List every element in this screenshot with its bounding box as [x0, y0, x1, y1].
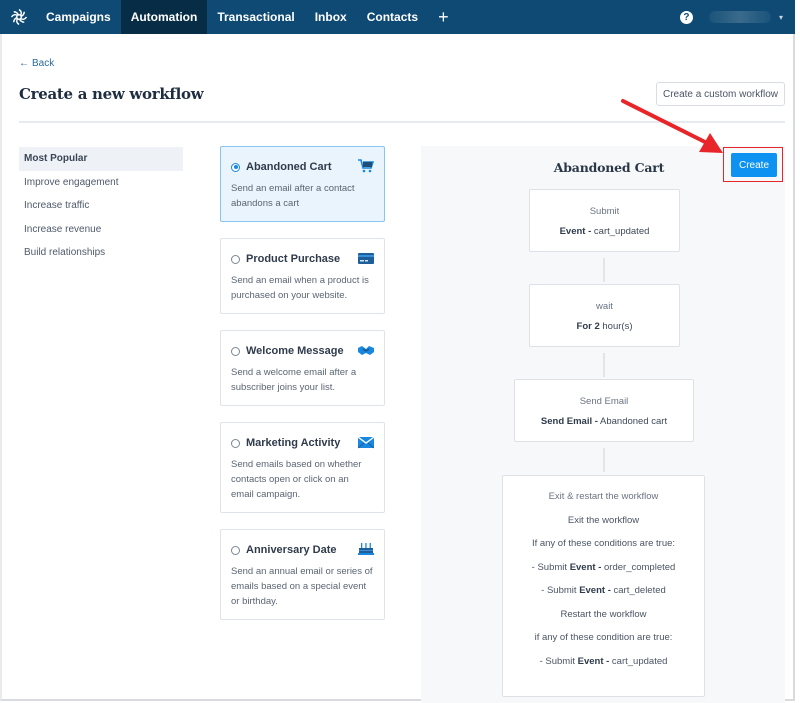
chevron-down-icon[interactable]: ▾ [779, 13, 783, 22]
radio-anniversary-date[interactable] [231, 545, 240, 555]
step-connector [603, 353, 605, 377]
restart-rule: - Submit Event - cart_updated [539, 655, 668, 667]
exit-step-label: Exit & restart the workflow [548, 491, 659, 502]
restart-condition: if any of these condition are true: [534, 632, 673, 643]
nav-inbox[interactable]: Inbox [305, 0, 357, 34]
credit-card-icon [358, 253, 374, 264]
handshake-icon [358, 346, 374, 355]
template-card-list: Abandoned Cart Send an email after a con… [220, 146, 385, 636]
card-title: Abandoned Cart [246, 161, 332, 173]
help-icon[interactable]: ? [679, 10, 693, 24]
card-description: Send emails based on whether contacts op… [231, 459, 362, 500]
card-description: Send a welcome email after a subscriber … [231, 367, 357, 393]
template-card-marketing-activity[interactable]: Marketing Activity Send emails based on … [220, 422, 385, 513]
account-menu-redacted[interactable] [708, 11, 771, 23]
radio-product-purchase[interactable] [231, 254, 240, 264]
back-link[interactable]: ← Back [19, 58, 54, 69]
top-navigation: Campaigns Automation Transactional Inbox… [0, 0, 795, 34]
nav-contacts[interactable]: Contacts [357, 0, 428, 34]
card-description: Send an annual email or series of emails… [231, 566, 373, 607]
sidebar-item-build-relationships[interactable]: Build relationships [19, 241, 183, 265]
workflow-step-wait: wait For 2 hour(s) [529, 284, 680, 347]
nav-right-group: ? ▾ [679, 0, 795, 34]
shopping-cart-icon [358, 159, 374, 173]
nav-campaigns[interactable]: Campaigns [36, 0, 121, 34]
create-custom-workflow-button[interactable]: Create a custom workflow [656, 82, 785, 106]
card-description: Send an email when a product is purchase… [231, 275, 369, 301]
template-card-welcome-message[interactable]: Welcome Message Send a welcome email aft… [220, 330, 385, 406]
exit-rule: - Submit Event - cart_deleted [541, 585, 666, 596]
workflow-step-submit: Submit Event - cart_updated [529, 189, 680, 252]
sidebar-item-increase-traffic[interactable]: Increase traffic [19, 194, 183, 218]
step-detail: Event - cart_updated [559, 226, 650, 237]
card-title: Anniversary Date [246, 544, 337, 556]
envelope-icon [358, 436, 374, 449]
radio-welcome-message[interactable] [231, 346, 240, 356]
birthday-cake-icon [358, 543, 374, 555]
radio-marketing-activity[interactable] [231, 438, 240, 448]
nav-automation[interactable]: Automation [120, 0, 208, 34]
template-card-product-purchase[interactable]: Product Purchase Send an email when a pr… [220, 238, 385, 314]
card-description: Send an email after a contact abandons a… [231, 183, 355, 209]
exit-condition: If any of these conditions are true: [531, 538, 676, 549]
page-title: Create a new workflow [19, 85, 204, 103]
workflow-preview-panel: Abandoned Cart Submit Event - cart_updat… [421, 146, 785, 703]
step-label: wait [596, 301, 613, 312]
workflow-step-exit-restart: Exit & restart the workflow Exit the wor… [502, 475, 705, 697]
nav-transactional[interactable]: Transactional [207, 0, 304, 34]
step-connector [603, 258, 605, 282]
step-label: Send Email [579, 396, 629, 407]
add-nav-plus-icon[interactable]: + [428, 0, 459, 34]
exit-heading: Exit the workflow [567, 514, 640, 526]
template-card-anniversary-date[interactable]: Anniversary Date Send an annual email or… [220, 529, 385, 620]
step-connector [603, 448, 605, 472]
step-detail: Send Email - Abandoned cart [540, 416, 668, 427]
step-detail: For 2 hour(s) [576, 321, 633, 332]
category-sidebar: Most Popular Improve engagement Increase… [19, 147, 183, 265]
template-card-abandoned-cart[interactable]: Abandoned Cart Send an email after a con… [220, 146, 385, 222]
restart-heading: Restart the workflow [560, 608, 647, 620]
sidebar-item-most-popular[interactable]: Most Popular [19, 147, 183, 171]
sidebar-item-improve-engagement[interactable]: Improve engagement [19, 171, 183, 195]
header-divider [19, 121, 785, 123]
create-button[interactable]: Create [731, 153, 777, 177]
workflow-step-send-email: Send Email Send Email - Abandoned cart [514, 379, 694, 442]
card-title: Marketing Activity [246, 437, 341, 449]
step-label: Submit [589, 206, 620, 217]
card-title: Product Purchase [246, 253, 341, 265]
sidebar-item-increase-revenue[interactable]: Increase revenue [19, 218, 183, 242]
card-title: Welcome Message [246, 345, 344, 357]
radio-abandoned-cart[interactable] [231, 162, 240, 172]
back-label: Back [32, 58, 55, 69]
exit-rule: - Submit Event - order_completed [531, 561, 676, 573]
sendinblue-logo-icon[interactable] [2, 0, 36, 34]
arrow-left-icon: ← [19, 58, 29, 69]
